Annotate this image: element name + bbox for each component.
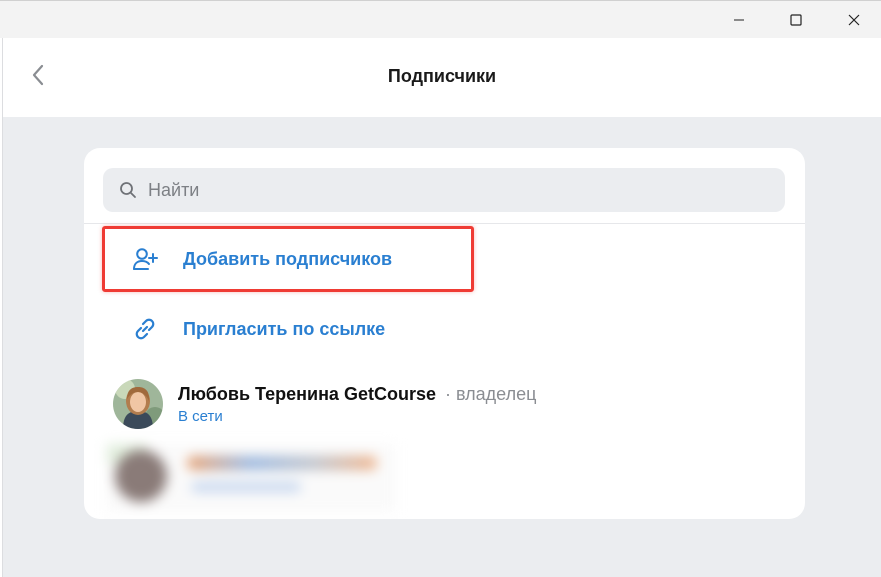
- add-user-icon: [125, 239, 165, 279]
- page-header: Подписчики: [3, 38, 881, 117]
- member-name: Любовь Теренина GetCourse: [178, 384, 436, 404]
- search-bar[interactable]: [103, 168, 785, 212]
- blurred-member-row: [107, 444, 395, 512]
- invite-by-link-button[interactable]: Пригласить по ссылке: [103, 301, 785, 357]
- member-role: владелец: [456, 384, 537, 404]
- search-icon: [118, 180, 138, 200]
- separator: ·: [444, 384, 451, 404]
- page-title: Подписчики: [387, 66, 497, 86]
- member-status: В сети: [178, 408, 223, 425]
- invite-by-link-label: Пригласить по ссылке: [183, 318, 386, 339]
- window-titlebar: [0, 0, 881, 38]
- add-subscribers-label: Добавить подписчиков: [183, 248, 393, 269]
- member-row[interactable]: Любовь Теренина GetCourse · владелец В с…: [113, 378, 773, 430]
- subscribers-card: Добавить подписчиков Пригласить по ссылк…: [84, 148, 805, 519]
- window-left-edge: [0, 38, 3, 577]
- search-input[interactable]: [148, 179, 748, 201]
- maximize-icon[interactable]: [773, 1, 819, 39]
- avatar: [113, 379, 163, 429]
- close-icon[interactable]: [831, 1, 877, 39]
- add-subscribers-button[interactable]: Добавить подписчиков: [103, 231, 785, 287]
- minimize-icon[interactable]: [716, 1, 762, 39]
- link-icon: [125, 309, 165, 349]
- member-info: Любовь Теренина GetCourse · владелец В с…: [178, 383, 536, 425]
- divider: [84, 223, 805, 224]
